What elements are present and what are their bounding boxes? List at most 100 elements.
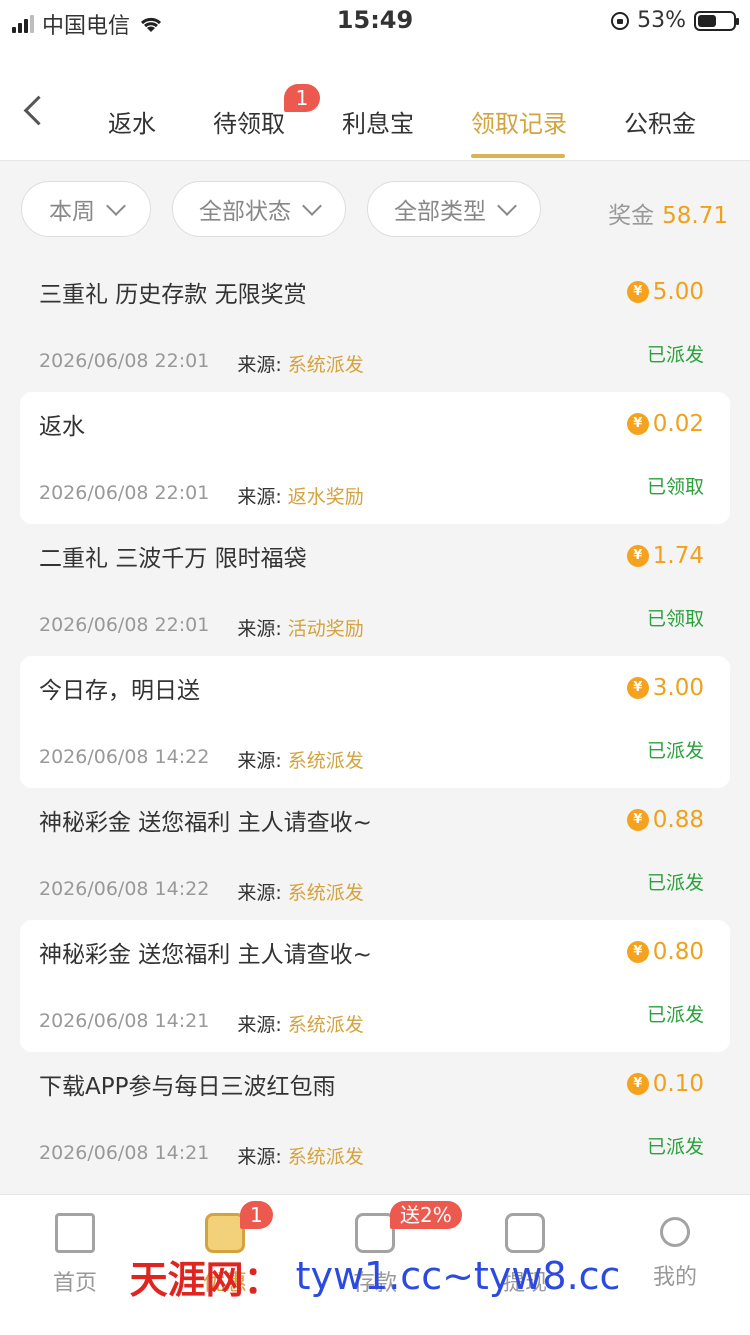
- record-source-value: 系统派发: [287, 354, 364, 376]
- coin-icon: ¥: [626, 677, 649, 699]
- record-date: 2026/06/08 14:21: [39, 1142, 210, 1164]
- record-meta: 2026/06/08 14:22 来源: 系统派发: [39, 746, 364, 773]
- record-amount-value: 5.00: [652, 279, 704, 305]
- status-filter[interactable]: 全部状态: [172, 181, 346, 237]
- record-source: 来源: 系统派发: [237, 350, 363, 377]
- record-source-value: 返水奖励: [287, 486, 364, 508]
- tab-profile-label: 我的: [652, 1265, 697, 1290]
- record-title: 下载APP参与每日三波红包雨: [39, 1074, 336, 1100]
- coin-icon: ¥: [626, 281, 649, 303]
- record-item[interactable]: 返水 ¥0.02 2026/06/08 22:01 来源: 返水奖励 已领取: [20, 392, 730, 524]
- record-title: 返水: [39, 414, 85, 440]
- coin-icon: ¥: [626, 545, 649, 567]
- back-icon[interactable]: [23, 95, 54, 126]
- record-amount: ¥0.80: [626, 939, 704, 965]
- record-date: 2026/06/08 14:22: [39, 746, 210, 768]
- record-status: 已派发: [646, 1004, 704, 1026]
- record-item[interactable]: 三重礼 历史存款 无限奖赏 ¥5.00 2026/06/08 22:01 来源: 系统…: [20, 260, 730, 392]
- record-amount-value: 0.10: [652, 1071, 704, 1097]
- coin-icon: ¥: [626, 809, 649, 831]
- bonus-total: 奖金 58.71: [608, 196, 728, 230]
- chevron-down-icon: [106, 196, 126, 216]
- record-source: 来源: 系统派发: [237, 878, 363, 905]
- record-status: 已领取: [646, 608, 704, 630]
- records-list: 三重礼 历史存款 无限奖赏 ¥5.00 2026/06/08 22:01 来源: 系统…: [20, 260, 730, 1184]
- record-amount-value: 0.02: [652, 411, 704, 437]
- filter-bar: 本周 全部状态 全部类型 奖金 58.71: [0, 160, 750, 260]
- record-title: 神秘彩金 送您福利 主人请查收~: [39, 942, 372, 968]
- record-amount-value: 1.74: [652, 543, 704, 569]
- record-source: 来源: 系统派发: [237, 746, 363, 773]
- record-status: 已领取: [646, 476, 704, 498]
- record-item[interactable]: 二重礼 三波千万 限时福袋 ¥1.74 2026/06/08 22:01 来源: 活动…: [20, 524, 730, 656]
- bonus-label: 奖金: [608, 203, 655, 229]
- record-date: 2026/06/08 14:21: [39, 1010, 210, 1032]
- record-source-label: 来源:: [237, 1146, 282, 1168]
- tab-withdraw[interactable]: 提现: [475, 1213, 575, 1297]
- record-source-value: 系统派发: [287, 750, 364, 772]
- tab-home-label: 首页: [52, 1271, 97, 1296]
- record-date: 2026/06/08 22:01: [39, 482, 210, 504]
- record-amount: ¥3.00: [626, 675, 704, 701]
- tab-provident-fund[interactable]: 公积金: [624, 104, 696, 139]
- promotions-badge: 1: [240, 1201, 273, 1229]
- record-source: 来源: 系统派发: [237, 1142, 363, 1169]
- record-amount: ¥5.00: [626, 279, 704, 305]
- record-item[interactable]: 神秘彩金 送您福利 主人请查收~ ¥0.80 2026/06/08 14:21 来源:…: [20, 920, 730, 1052]
- record-amount: ¥0.88: [626, 807, 704, 833]
- record-amount: ¥0.02: [626, 411, 704, 437]
- chevron-down-icon: [302, 196, 322, 216]
- tab-pending[interactable]: 待领取: [213, 104, 285, 139]
- type-filter-label: 全部类型: [394, 199, 486, 225]
- status-bar: 中国电信 15:49 53%: [0, 0, 750, 42]
- status-right: 53%: [611, 8, 739, 33]
- record-source-value: 系统派发: [287, 1014, 364, 1036]
- period-filter-label: 本周: [49, 199, 95, 225]
- tab-deposit-label: 存款: [352, 1271, 397, 1296]
- tab-claim-records[interactable]: 领取记录: [471, 104, 567, 139]
- record-date: 2026/06/08 14:22: [39, 878, 210, 900]
- record-amount: ¥1.74: [626, 543, 704, 569]
- tab-withdraw-label: 提现: [502, 1271, 547, 1296]
- record-amount-value: 3.00: [652, 675, 704, 701]
- record-source-value: 系统派发: [287, 882, 364, 904]
- record-date: 2026/06/08 22:01: [39, 614, 210, 636]
- tab-promotions-label: 优惠: [202, 1271, 247, 1296]
- record-item[interactable]: 今日存，明日送 ¥3.00 2026/06/08 14:22 来源: 系统派发 已派发: [20, 656, 730, 788]
- record-source-label: 来源:: [237, 354, 282, 376]
- coin-icon: ¥: [626, 1073, 649, 1095]
- deposit-badge: 送2%: [390, 1201, 462, 1229]
- wallet-icon: [355, 1213, 395, 1253]
- tab-fanshui[interactable]: 返水: [108, 104, 156, 139]
- record-source-value: 活动奖励: [287, 618, 364, 640]
- record-amount: ¥0.10: [626, 1071, 704, 1097]
- battery-percent: 53%: [637, 8, 686, 33]
- record-status: 已派发: [646, 872, 704, 894]
- record-meta: 2026/06/08 14:22 来源: 系统派发: [39, 878, 364, 905]
- record-meta: 2026/06/08 14:21 来源: 系统派发: [39, 1142, 364, 1169]
- coin-icon: ¥: [626, 413, 649, 435]
- record-title: 二重礼 三波千万 限时福袋: [39, 546, 307, 572]
- record-status: 已派发: [646, 1136, 704, 1158]
- orientation-lock-icon: [611, 11, 630, 30]
- record-title: 今日存，明日送: [39, 678, 200, 704]
- gift-icon: [205, 1213, 245, 1253]
- record-source-label: 来源:: [237, 618, 282, 640]
- record-meta: 2026/06/08 22:01 来源: 活动奖励: [39, 614, 364, 641]
- home-icon: [55, 1213, 95, 1253]
- cash-icon: [505, 1213, 545, 1253]
- battery-icon: [694, 10, 739, 31]
- record-amount-value: 0.88: [652, 807, 704, 833]
- type-filter[interactable]: 全部类型: [367, 181, 541, 237]
- record-item[interactable]: 神秘彩金 送您福利 主人请查收~ ¥0.88 2026/06/08 14:22 来源:…: [20, 788, 730, 920]
- tab-profile[interactable]: 我的: [625, 1213, 725, 1291]
- period-filter[interactable]: 本周: [21, 181, 151, 237]
- tab-home[interactable]: 首页: [25, 1213, 125, 1297]
- user-icon: [660, 1217, 690, 1247]
- top-nav: 返水 待领取 1 利息宝 领取记录 公积金: [0, 42, 750, 161]
- record-title: 神秘彩金 送您福利 主人请查收~: [39, 810, 372, 836]
- tab-interest[interactable]: 利息宝: [342, 104, 414, 139]
- record-item[interactable]: 下载APP参与每日三波红包雨 ¥0.10 2026/06/08 14:21 来源: 系…: [20, 1052, 730, 1184]
- active-tab-indicator: [471, 154, 565, 158]
- record-source-label: 来源:: [237, 882, 282, 904]
